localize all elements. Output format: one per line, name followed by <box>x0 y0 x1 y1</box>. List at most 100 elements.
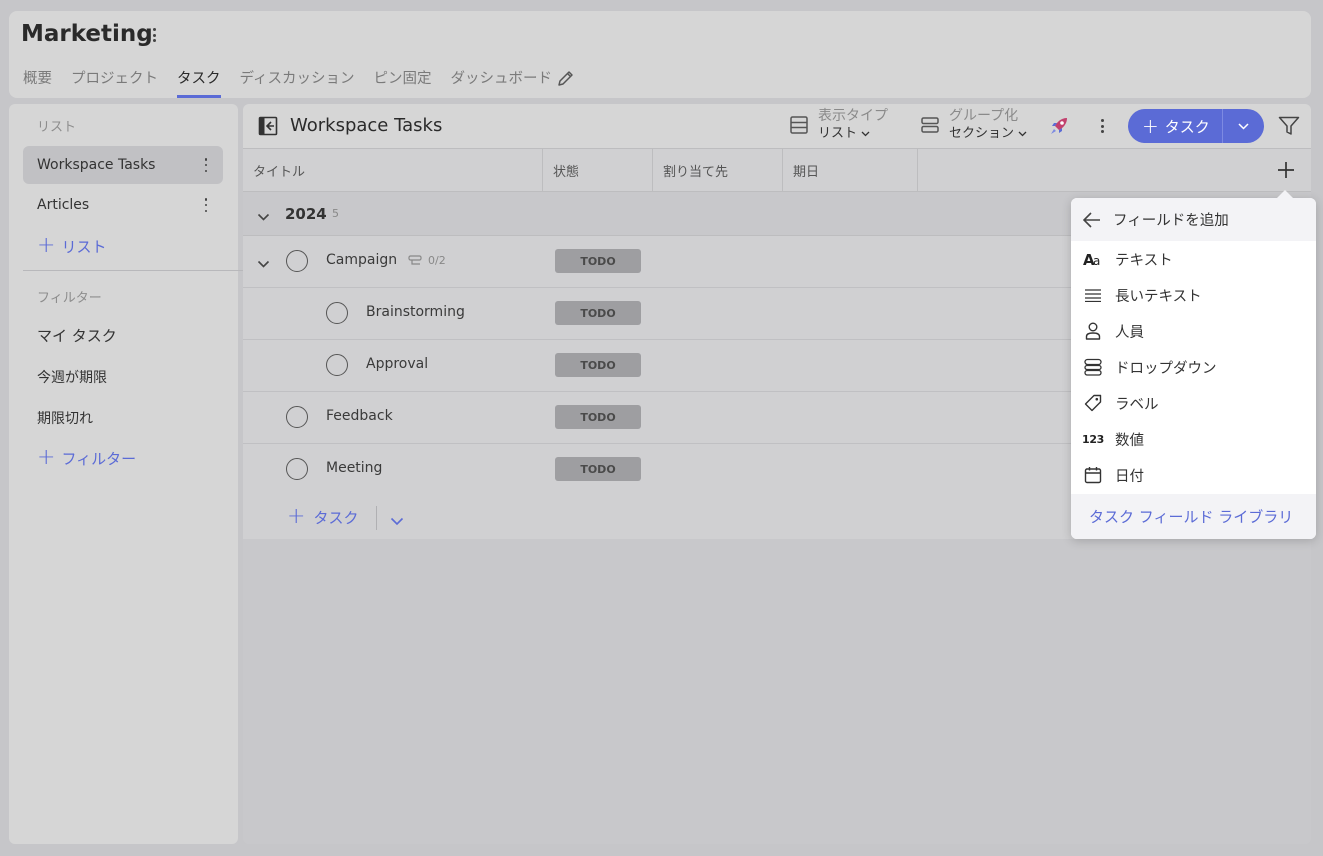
section-title: 2024 <box>285 205 327 223</box>
status-badge[interactable]: TODO <box>555 249 641 273</box>
plus-icon: + <box>37 445 56 470</box>
field-option-number[interactable]: 123 数値 <box>1071 421 1316 457</box>
column-header-title[interactable]: タイトル <box>243 149 543 191</box>
number-icon-glyph: 123 <box>1081 432 1105 446</box>
field-option-label: 長いテキスト <box>1115 288 1202 305</box>
task-name[interactable]: Brainstorming <box>366 304 465 320</box>
task-complete-checkbox[interactable] <box>286 406 308 428</box>
dot <box>204 163 208 167</box>
field-option-label: 日付 <box>1115 468 1144 485</box>
chevron-down-icon <box>1238 122 1249 130</box>
section-count: 5 <box>332 207 339 220</box>
dot <box>1100 130 1104 133</box>
lists-section-label: リスト <box>37 120 77 135</box>
dot <box>1100 119 1104 122</box>
popover-back-button[interactable]: フィールドを追加 <box>1071 198 1316 241</box>
column-header-status[interactable]: 状態 <box>543 149 653 191</box>
list-item-label: Workspace Tasks <box>37 157 156 173</box>
tab-tasks[interactable]: タスク <box>177 67 221 98</box>
divider <box>376 506 377 530</box>
subtask-counter[interactable]: 0/2 <box>408 254 446 267</box>
list-item-menu-button[interactable] <box>201 197 211 213</box>
add-task-dropdown-button[interactable] <box>1223 122 1264 130</box>
add-column-plus-icon[interactable] <box>1273 157 1299 183</box>
task-field-library-link[interactable]: タスク フィールド ライブラリ <box>1071 494 1316 539</box>
task-complete-checkbox[interactable] <box>286 250 308 272</box>
task-name[interactable]: Approval <box>366 356 428 372</box>
tab-overview[interactable]: 概要 <box>23 67 52 98</box>
task-name[interactable]: Meeting <box>326 460 382 476</box>
add-task-split-button: + タスク <box>1128 109 1264 143</box>
dot <box>204 203 208 207</box>
field-option-date[interactable]: 日付 <box>1071 457 1316 493</box>
field-option-label-tag[interactable]: ラベル <box>1071 385 1316 421</box>
add-task-label: タスク <box>1164 117 1210 136</box>
dot <box>152 33 156 37</box>
popover-title: フィールドを追加 <box>1113 213 1229 229</box>
view-type-selector[interactable]: 表示タイプ リスト <box>789 108 888 142</box>
add-task-inline-button[interactable]: + タスク <box>287 506 358 528</box>
workspace-menu-button[interactable] <box>147 25 161 45</box>
tab-dashboard[interactable]: ダッシュボード <box>450 67 552 98</box>
dot <box>204 169 208 172</box>
edit-tabs-pencil-icon[interactable] <box>556 68 576 92</box>
tab-projects[interactable]: プロジェクト <box>71 67 158 98</box>
add-list-button[interactable]: + リスト <box>37 235 106 257</box>
list-item-label: Articles <box>37 197 90 213</box>
dot <box>1100 124 1104 128</box>
column-header-due-date[interactable]: 期日 <box>783 149 918 191</box>
field-option-label: ラベル <box>1115 396 1159 413</box>
field-option-dropdown[interactable]: ドロップダウン <box>1071 349 1316 385</box>
group-by-value: セクション <box>949 125 1027 142</box>
status-badge[interactable]: TODO <box>555 457 641 481</box>
task-complete-checkbox[interactable] <box>326 302 348 324</box>
main-toolbar: Workspace Tasks 表示タイプ リスト グループ化 セクション + … <box>243 104 1311 148</box>
sidebar-list-articles[interactable]: Articles <box>23 186 223 224</box>
status-badge[interactable]: TODO <box>555 405 641 429</box>
filter-my-tasks[interactable]: マイ タスク <box>37 325 117 346</box>
sidebar-list-workspace-tasks[interactable]: Workspace Tasks <box>23 146 223 184</box>
status-badge[interactable]: TODO <box>555 353 641 377</box>
chevron-down-icon[interactable] <box>257 207 270 226</box>
field-option-person[interactable]: 人員 <box>1071 313 1316 349</box>
field-option-text[interactable]: Aa テキスト <box>1071 241 1316 277</box>
view-type-value-text: リスト <box>818 126 858 141</box>
task-complete-checkbox[interactable] <box>326 354 348 376</box>
collapse-sidebar-icon[interactable] <box>258 116 278 140</box>
task-name[interactable]: Feedback <box>326 408 393 424</box>
task-name[interactable]: Campaign <box>326 252 397 268</box>
group-by-selector[interactable]: グループ化 セクション <box>920 108 1027 142</box>
toolbar-more-button[interactable] <box>1099 117 1105 135</box>
tab-pinned[interactable]: ピン固定 <box>373 67 431 98</box>
add-task-button[interactable]: + タスク <box>1128 109 1223 143</box>
tab-discussion[interactable]: ディスカッション <box>240 67 355 98</box>
filter-overdue[interactable]: 期限切れ <box>37 408 93 428</box>
dot <box>204 209 208 212</box>
add-filter-button[interactable]: + フィルター <box>37 447 136 469</box>
field-option-label: 数値 <box>1115 432 1144 449</box>
rocket-icon[interactable] <box>1047 114 1071 142</box>
column-header-assignee[interactable]: 割り当て先 <box>653 149 783 191</box>
list-title: Workspace Tasks <box>290 115 443 136</box>
add-task-inline-label: タスク <box>313 508 359 527</box>
plus-icon: + <box>287 504 306 529</box>
sidebar-divider <box>23 270 249 271</box>
dot <box>204 198 208 201</box>
list-item-menu-button[interactable] <box>201 157 211 173</box>
chevron-down-icon[interactable] <box>390 511 404 530</box>
filter-due-this-week[interactable]: 今週が期限 <box>37 367 107 387</box>
view-type-icon <box>790 116 808 134</box>
long-text-icon <box>1083 285 1103 305</box>
text-aa-icon: Aa <box>1083 249 1103 269</box>
add-filter-label: フィルター <box>61 449 137 468</box>
filter-funnel-icon[interactable] <box>1278 116 1300 140</box>
task-complete-checkbox[interactable] <box>286 458 308 480</box>
subtask-count: 0/2 <box>428 254 446 267</box>
status-badge[interactable]: TODO <box>555 301 641 325</box>
arrow-left-icon <box>1083 211 1100 228</box>
field-option-long-text[interactable]: 長いテキスト <box>1071 277 1316 313</box>
chevron-down-icon[interactable] <box>257 254 270 273</box>
svg-text:a: a <box>1093 254 1100 267</box>
workspace-title: Marketing <box>21 21 153 47</box>
calendar-icon <box>1083 465 1103 485</box>
